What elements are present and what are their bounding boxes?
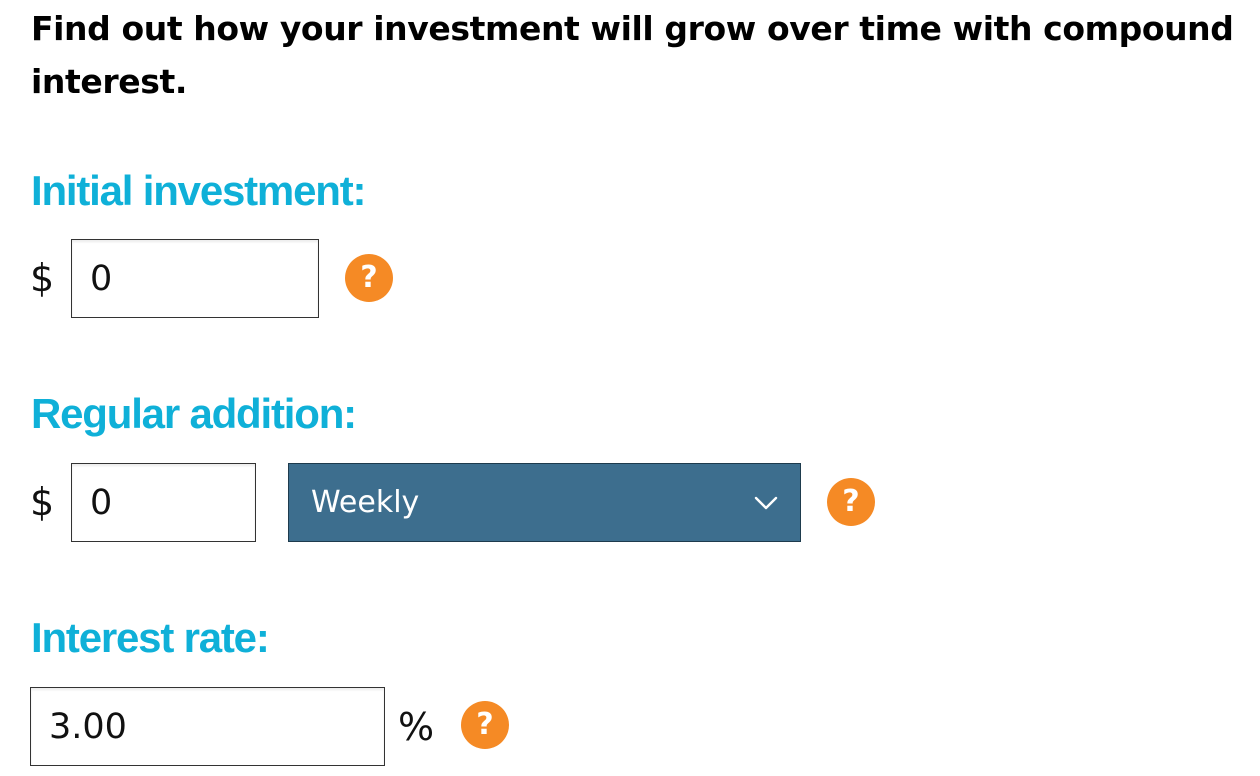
- regular-addition-label: Regular addition:: [31, 390, 357, 437]
- regular-addition-input[interactable]: [71, 463, 256, 542]
- interest-rate-input[interactable]: [30, 687, 385, 766]
- interest-rate-help-icon[interactable]: ?: [461, 701, 509, 749]
- initial-investment-currency-symbol: $: [30, 256, 55, 300]
- initial-investment-help-icon[interactable]: ?: [345, 254, 393, 302]
- initial-investment-input[interactable]: [71, 239, 319, 318]
- initial-investment-label: Initial investment:: [31, 167, 366, 214]
- frequency-select[interactable]: Weekly: [288, 463, 801, 542]
- chevron-down-icon: [754, 496, 778, 510]
- interest-rate-label: Interest rate:: [31, 614, 270, 661]
- percent-unit: %: [398, 705, 435, 749]
- frequency-selected-value: Weekly: [311, 485, 420, 520]
- regular-addition-currency-symbol: $: [30, 480, 55, 524]
- regular-addition-help-icon[interactable]: ?: [827, 478, 875, 526]
- intro-text: Find out how your investment will grow o…: [31, 9, 1234, 101]
